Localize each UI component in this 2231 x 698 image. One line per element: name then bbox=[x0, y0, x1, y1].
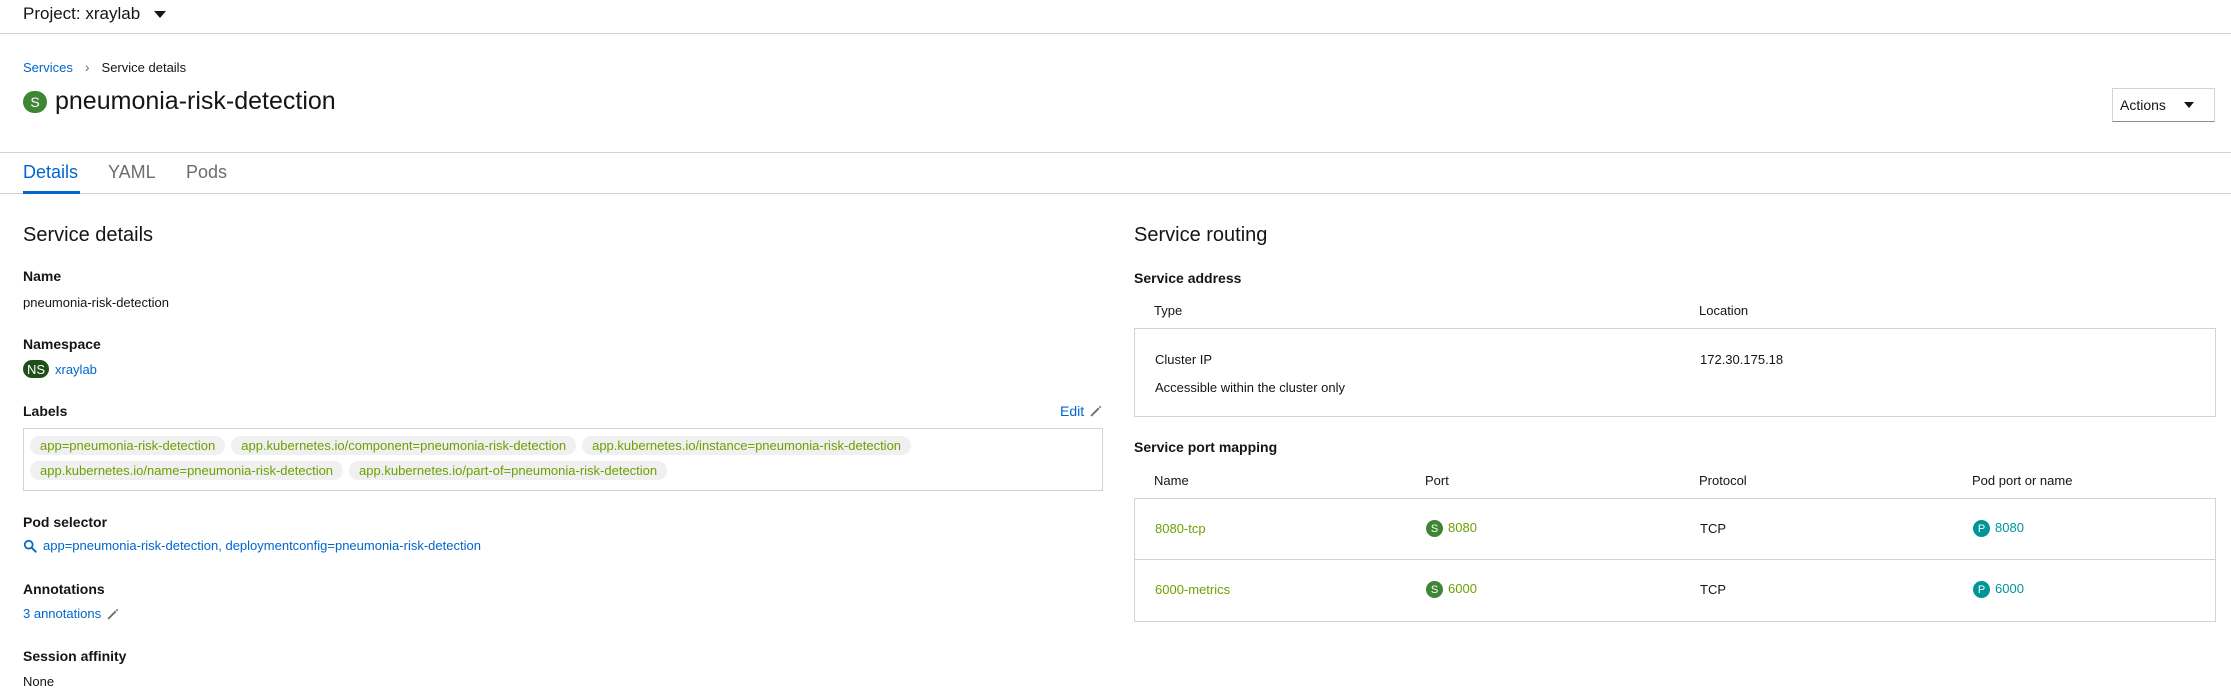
tab-bar: Details YAML Pods bbox=[0, 152, 2231, 194]
annotations-link[interactable]: 3 annotations bbox=[23, 606, 120, 621]
session-affinity-label: Session affinity bbox=[23, 648, 127, 664]
project-label: Project: xraylab bbox=[23, 4, 141, 23]
pod-port: P 8080 bbox=[1973, 520, 2024, 538]
service-badge: S bbox=[1426, 520, 1443, 538]
annotations-label: Annotations bbox=[23, 581, 105, 597]
namespace-badge: NS bbox=[23, 360, 49, 378]
labels-row: app=pneumonia-risk-detection app.kuberne… bbox=[30, 436, 1097, 455]
caret-down-icon bbox=[2183, 102, 2194, 108]
name-value: pneumonia-risk-detection bbox=[23, 295, 169, 310]
actions-label: Actions bbox=[2120, 97, 2166, 113]
service-details-heading: Service details bbox=[23, 224, 154, 246]
pod-selector-label: Pod selector bbox=[23, 514, 108, 530]
pod-badge: P bbox=[1973, 520, 1990, 538]
session-affinity-value: None bbox=[23, 674, 55, 689]
label-chip[interactable]: app.kubernetes.io/component=pneumonia-ri… bbox=[231, 436, 577, 455]
labels-row: app.kubernetes.io/name=pneumonia-risk-de… bbox=[30, 461, 1097, 480]
address-type: Cluster IP bbox=[1155, 352, 1213, 367]
port-name: 8080-tcp bbox=[1155, 521, 1206, 536]
pod-port: P 6000 bbox=[1973, 581, 2024, 599]
service-address-table: Type Location Cluster IP Accessible with… bbox=[1134, 294, 2216, 417]
annotations-value: 3 annotations bbox=[23, 606, 102, 621]
pod-port-value: 6000 bbox=[1995, 581, 2024, 596]
active-tab-indicator bbox=[23, 191, 80, 194]
pencil-icon bbox=[107, 608, 119, 619]
tab-details[interactable]: Details bbox=[23, 162, 78, 183]
page-header: S pneumonia-risk-detection bbox=[23, 87, 336, 116]
project-bar: Project: xraylab bbox=[0, 0, 2231, 34]
port-mapping-label: Service port mapping bbox=[1134, 439, 1278, 455]
port-table-body: 8080-tcp S 8080 TCP P 8080 6000-metrics S6… bbox=[1134, 498, 2216, 622]
table-row: 6000-metrics S 6000 TCP P 6000 bbox=[1135, 560, 2215, 621]
address-note: Accessible within the cluster only bbox=[1155, 380, 1346, 395]
port-name: 6000-metrics bbox=[1155, 582, 1231, 597]
pod-selector-link[interactable]: app=pneumonia-risk-detection, deployment… bbox=[23, 538, 481, 553]
label-chip[interactable]: app.kubernetes.io/instance=pneumonia-ris… bbox=[582, 436, 912, 455]
service-badge: S bbox=[23, 90, 47, 113]
search-icon bbox=[23, 539, 37, 553]
caret-down-icon bbox=[154, 10, 167, 18]
namespace-label: Namespace bbox=[23, 336, 101, 352]
table-header: Name Port Protocol Pod port or name bbox=[1134, 464, 2216, 498]
project-selector[interactable]: Project: xraylab bbox=[23, 4, 167, 24]
service-port: S 8080 bbox=[1426, 520, 1477, 538]
table-row: 8080-tcp S 8080 TCP P 8080 bbox=[1135, 499, 2215, 560]
labels-box: app=pneumonia-risk-detection app.kuberne… bbox=[23, 428, 1103, 491]
service-port: S 6000 bbox=[1426, 581, 1477, 599]
protocol: TCP bbox=[1700, 582, 1726, 597]
breadcrumb-services-link[interactable]: Services bbox=[23, 60, 73, 75]
tab-pods[interactable]: Pods bbox=[186, 162, 227, 183]
tab-yaml[interactable]: YAML bbox=[108, 162, 156, 183]
namespace-value: NS xraylab bbox=[23, 360, 97, 378]
labels-label: Labels bbox=[23, 403, 68, 419]
service-port-value: 6000 bbox=[1448, 581, 1477, 596]
column-header-type: Type bbox=[1154, 303, 1183, 318]
edit-labels-button[interactable]: Edit bbox=[1060, 403, 1103, 419]
name-label: Name bbox=[23, 268, 62, 284]
table-header: Type Location bbox=[1134, 294, 2216, 328]
breadcrumb-current: Service details bbox=[101, 59, 187, 75]
service-address-label: Service address bbox=[1134, 270, 1242, 286]
edit-label: Edit bbox=[1060, 403, 1085, 419]
pod-selector-value: app=pneumonia-risk-detection, deployment… bbox=[43, 538, 481, 553]
service-routing-heading: Service routing bbox=[1134, 224, 1268, 246]
namespace-link[interactable]: xraylab bbox=[55, 362, 97, 377]
pod-port-value: 8080 bbox=[1995, 520, 2024, 535]
service-port-value: 8080 bbox=[1448, 520, 1477, 535]
protocol: TCP bbox=[1700, 521, 1726, 536]
label-chip[interactable]: app.kubernetes.io/part-of=pneumonia-risk… bbox=[349, 461, 668, 480]
column-header-port: Port bbox=[1425, 473, 1449, 488]
table-row: Cluster IP Accessible within the cluster… bbox=[1134, 328, 2216, 417]
service-badge: S bbox=[1426, 581, 1443, 599]
page-title: pneumonia-risk-detection bbox=[55, 87, 336, 115]
chevron-right-icon: › bbox=[84, 59, 90, 75]
column-header-pod-port: Pod port or name bbox=[1972, 473, 2073, 488]
address-location: 172.30.175.18 bbox=[1700, 352, 1784, 367]
label-chip[interactable]: app.kubernetes.io/name=pneumonia-risk-de… bbox=[30, 461, 344, 480]
actions-dropdown[interactable]: Actions bbox=[2112, 88, 2215, 122]
column-header-name: Name bbox=[1154, 473, 1189, 488]
port-mapping-table: Name Port Protocol Pod port or name 8080… bbox=[1134, 464, 2216, 622]
pod-badge: P bbox=[1973, 581, 1990, 599]
column-header-protocol: Protocol bbox=[1699, 473, 1747, 488]
pencil-icon bbox=[1090, 405, 1102, 417]
breadcrumb: Services › Service details bbox=[23, 59, 186, 75]
label-chip[interactable]: app=pneumonia-risk-detection bbox=[30, 436, 226, 455]
column-header-location: Location bbox=[1699, 303, 1749, 318]
